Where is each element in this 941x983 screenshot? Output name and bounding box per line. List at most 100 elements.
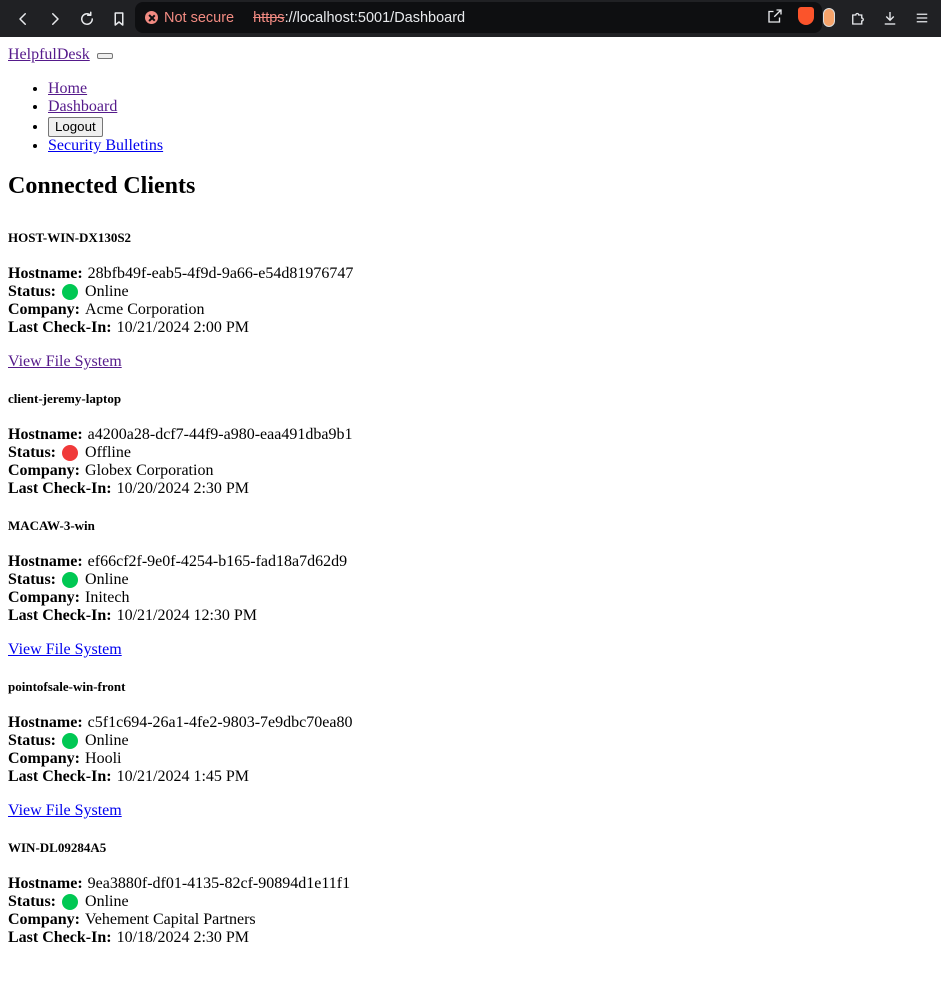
client-name: HOST-WIN-DX130S2 xyxy=(8,230,132,245)
status-dot-icon xyxy=(62,572,79,588)
company-label: Company: xyxy=(8,750,81,767)
hostname-label: Hostname: xyxy=(8,875,83,892)
not-secure-icon xyxy=(145,11,158,24)
last-checkin-row: Last Check-In: 10/21/2024 12:30 PM xyxy=(8,607,933,625)
status-dot-icon xyxy=(62,284,79,300)
extension-icon[interactable] xyxy=(823,8,835,27)
status-dot-icon xyxy=(62,894,79,910)
client-card: pointofsale-win-front Hostname: c5f1c694-… xyxy=(8,679,933,820)
navbar: HelpfulDesk xyxy=(8,46,933,64)
security-bulletins-link[interactable]: Security Bulletins xyxy=(48,137,163,154)
company-row: Company: Vehement Capital Partners xyxy=(8,911,933,929)
company-row: Company: Acme Corporation xyxy=(8,301,933,319)
status-value: Online xyxy=(85,732,129,749)
status-value: Offline xyxy=(85,444,131,461)
status-row: Status: Offline xyxy=(8,444,933,462)
status-label: Status: xyxy=(8,571,57,588)
status-label: Status: xyxy=(8,893,57,910)
last-checkin-label: Last Check-In: xyxy=(8,607,112,624)
nav-item-logout: Logout xyxy=(48,116,933,137)
browser-toolbar: Not secure https://localhost:5001/Dashbo… xyxy=(0,0,941,37)
bookmark-icon[interactable] xyxy=(104,4,134,34)
dashboard-link[interactable]: Dashboard xyxy=(48,98,117,115)
last-checkin-row: Last Check-In: 10/21/2024 1:45 PM xyxy=(8,768,933,786)
company-row: Company: Hooli xyxy=(8,750,933,768)
client-card: client-jeremy-laptop Hostname: a4200a28-d… xyxy=(8,391,933,498)
brand-link[interactable]: HelpfulDesk xyxy=(8,46,90,63)
download-icon[interactable] xyxy=(881,9,899,27)
last-checkin-value: 10/21/2024 1:45 PM xyxy=(116,768,250,785)
hostname-value: 9ea3880f-df01-4135-82cf-90894d1e11f1 xyxy=(87,875,351,892)
status-value: Online xyxy=(85,893,129,910)
status-value: Online xyxy=(85,283,129,300)
view-file-system-link[interactable]: View File System xyxy=(8,802,933,820)
hostname-row: Hostname: a4200a28-dcf7-44f9-a980-eaa491d… xyxy=(8,426,933,444)
last-checkin-row: Last Check-In: 10/21/2024 2:00 PM xyxy=(8,319,933,337)
status-row: Status: Online xyxy=(8,571,933,589)
view-file-system-link[interactable]: View File System xyxy=(8,353,933,371)
page-title: Connected Clients xyxy=(8,173,196,199)
company-row: Company: Globex Corporation xyxy=(8,462,933,480)
hostname-value: c5f1c694-26a1-4fe2-9803-7e9dbc70ea80 xyxy=(87,714,353,731)
hostname-row: Hostname: ef66cf2f-9e0f-4254-b165-fad18a7… xyxy=(8,553,933,571)
brave-shields-icon[interactable] xyxy=(798,7,814,25)
menu-icon[interactable] xyxy=(913,9,931,27)
client-list: HOST-WIN-DX130S2 Hostname: 28bfb49f-eab5-… xyxy=(8,230,933,947)
client-card: MACAW-3-win Hostname: ef66cf2f-9e0f-4254-… xyxy=(8,518,933,659)
company-value: Initech xyxy=(85,589,130,606)
hostname-value: a4200a28-dcf7-44f9-a980-eaa491dba9b1 xyxy=(87,426,353,443)
not-secure-label[interactable]: Not secure xyxy=(164,10,234,26)
url-text[interactable]: https://localhost:5001/Dashboard xyxy=(253,10,465,26)
company-label: Company: xyxy=(8,911,81,928)
hostname-value: ef66cf2f-9e0f-4254-b165-fad18a7d62d9 xyxy=(87,553,348,570)
hostname-label: Hostname: xyxy=(8,265,83,282)
nav-item-home: Home xyxy=(48,80,933,98)
company-label: Company: xyxy=(8,301,81,318)
company-value: Vehement Capital Partners xyxy=(85,911,256,928)
hostname-row: Hostname: 9ea3880f-df01-4135-82cf-90894d1… xyxy=(8,875,933,893)
client-name: pointofsale-win-front xyxy=(8,679,126,694)
nav-item-dashboard: Dashboard xyxy=(48,98,933,116)
status-label: Status: xyxy=(8,732,57,749)
forward-icon[interactable] xyxy=(40,4,70,34)
last-checkin-label: Last Check-In: xyxy=(8,319,112,336)
last-checkin-value: 10/20/2024 2:30 PM xyxy=(116,480,250,497)
status-label: Status: xyxy=(8,444,57,461)
status-value: Online xyxy=(85,571,129,588)
share-icon[interactable] xyxy=(766,7,784,25)
last-checkin-label: Last Check-In: xyxy=(8,929,112,946)
reload-icon[interactable] xyxy=(72,4,102,34)
status-row: Status: Online xyxy=(8,893,933,911)
client-name: WIN-DL09284A5 xyxy=(8,840,107,855)
last-checkin-value: 10/21/2024 2:00 PM xyxy=(116,319,250,336)
hostname-row: Hostname: c5f1c694-26a1-4fe2-9803-7e9dbc7… xyxy=(8,714,933,732)
navbar-toggler-button[interactable] xyxy=(96,53,113,60)
extensions-puzzle-icon[interactable] xyxy=(849,9,867,27)
back-icon[interactable] xyxy=(8,4,38,34)
client-name: MACAW-3-win xyxy=(8,518,95,533)
client-card: WIN-DL09284A5 Hostname: 9ea3880f-df01-413… xyxy=(8,840,933,947)
logout-button[interactable]: Logout xyxy=(48,117,103,137)
company-label: Company: xyxy=(8,462,81,479)
view-file-system-link[interactable]: View File System xyxy=(8,641,933,659)
hostname-label: Hostname: xyxy=(8,714,83,731)
company-label: Company: xyxy=(8,589,81,606)
last-checkin-value: 10/18/2024 2:30 PM xyxy=(116,929,250,946)
hostname-label: Hostname: xyxy=(8,426,83,443)
nav-list: Home Dashboard Logout Security Bulletins xyxy=(8,80,933,155)
company-row: Company: Initech xyxy=(8,589,933,607)
hostname-label: Hostname: xyxy=(8,553,83,570)
home-link[interactable]: Home xyxy=(48,80,87,97)
last-checkin-row: Last Check-In: 10/20/2024 2:30 PM xyxy=(8,480,933,498)
status-row: Status: Online xyxy=(8,732,933,750)
status-row: Status: Online xyxy=(8,283,933,301)
last-checkin-label: Last Check-In: xyxy=(8,768,112,785)
client-name: client-jeremy-laptop xyxy=(8,391,122,406)
status-dot-icon xyxy=(62,445,79,461)
page-content: HelpfulDesk Home Dashboard Logout Securi… xyxy=(8,37,933,947)
status-label: Status: xyxy=(8,283,57,300)
address-bar[interactable]: Not secure https://localhost:5001/Dashbo… xyxy=(135,2,822,33)
nav-item-security-bulletins: Security Bulletins xyxy=(48,137,933,155)
status-dot-icon xyxy=(62,733,79,749)
company-value: Hooli xyxy=(85,750,122,767)
